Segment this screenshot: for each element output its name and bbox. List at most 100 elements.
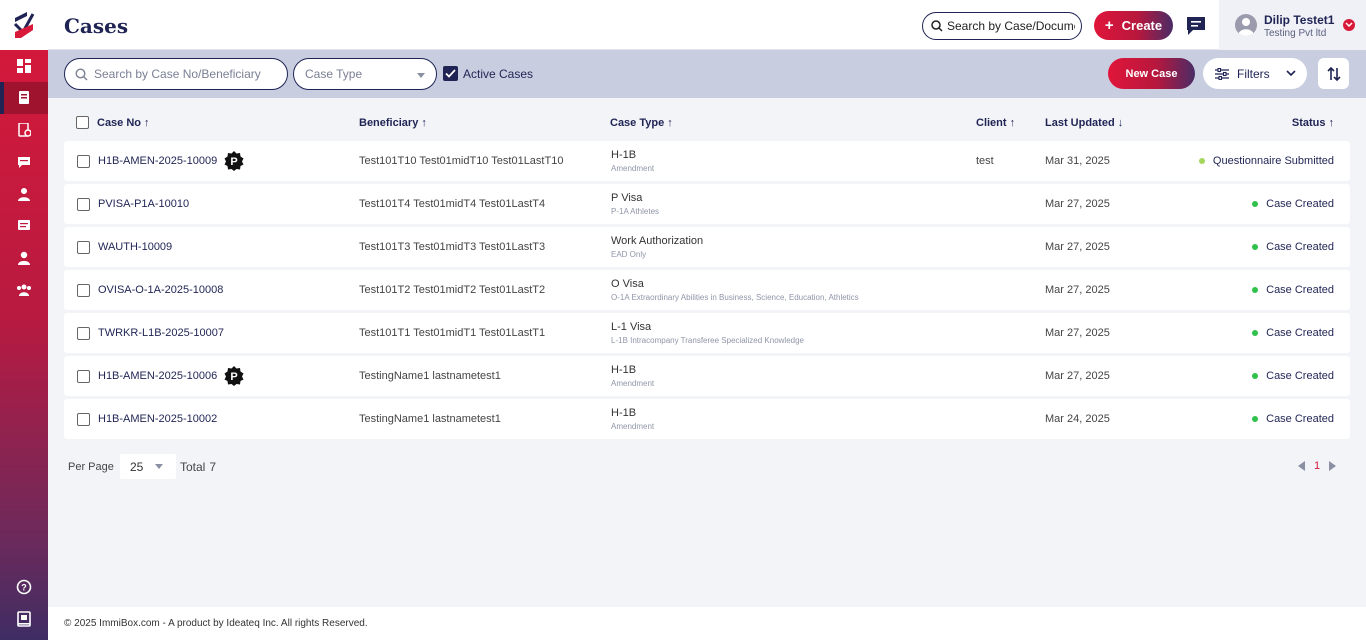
prev-page-icon[interactable] [1298, 461, 1305, 471]
row-checkbox[interactable] [77, 284, 90, 297]
table-row[interactable]: WAUTH-10009 Test101T3 Test01midT3 Test01… [64, 227, 1350, 267]
case-subtype: Amendment [611, 379, 655, 388]
sidebar-item-forms[interactable] [0, 210, 48, 242]
search-icon [75, 67, 88, 80]
case-subtype: Amendment [611, 422, 655, 431]
app-logo[interactable] [0, 0, 48, 50]
status-badge: Case Created [1252, 198, 1334, 210]
table-row[interactable]: H1B-AMEN-2025-10009 P Test101T10 Test01m… [64, 141, 1350, 181]
last-updated: Mar 27, 2025 [1045, 198, 1110, 210]
global-search[interactable] [922, 12, 1082, 40]
column-header-client[interactable]: Client ↑ [976, 117, 1015, 129]
user-icon [18, 251, 30, 265]
arrow-down-icon: ↓ [1117, 116, 1124, 129]
column-header-beneficiary[interactable]: Beneficiary ↑ [359, 117, 427, 129]
help-button[interactable]: ? [0, 571, 48, 603]
status-label: Case Created [1266, 413, 1334, 425]
active-cases-checkbox[interactable] [443, 66, 458, 81]
chevron-down-icon[interactable] [1343, 19, 1355, 31]
row-checkbox[interactable] [77, 198, 90, 211]
beneficiary-name: Test101T4 Test01midT4 Test01LastT4 [359, 198, 546, 210]
sidebar-item-team[interactable] [0, 274, 48, 306]
table-row[interactable]: H1B-AMEN-2025-10002 TestingName1 lastnam… [64, 399, 1350, 439]
row-checkbox[interactable] [77, 327, 90, 340]
arrow-up-icon: ↑ [421, 116, 427, 129]
case-no-link[interactable]: H1B-AMEN-2025-10002 [98, 413, 217, 425]
client-name: test [976, 155, 994, 167]
toolbar: Case Type Active Cases New Case Filters [48, 50, 1366, 98]
create-button[interactable]: + Create [1094, 11, 1173, 40]
column-label: Case Type [610, 117, 665, 129]
column-label: Client [976, 117, 1007, 129]
last-updated: Mar 27, 2025 [1045, 284, 1110, 296]
create-button-label: Create [1121, 18, 1163, 33]
plus-icon: + [1104, 17, 1114, 34]
p-badge-icon: P [224, 151, 244, 171]
caret-down-icon [417, 73, 425, 78]
status-dot [1198, 158, 1205, 164]
case-no-link[interactable]: H1B-AMEN-2025-10009 [98, 155, 217, 167]
sidebar-item-beneficiaries[interactable] [0, 178, 48, 210]
case-no-link[interactable]: H1B-AMEN-2025-10006 [98, 370, 217, 382]
row-checkbox[interactable] [77, 241, 90, 254]
total-label: Total [180, 460, 206, 474]
new-case-button[interactable]: New Case [1108, 58, 1195, 89]
case-type: P Visa [611, 192, 643, 204]
status-dot [1252, 373, 1259, 379]
case-no-link[interactable]: OVISA-O-1A-2025-10008 [98, 284, 223, 296]
user-menu[interactable]: Dilip Testet1 Testing Pvt ltd [1219, 0, 1366, 50]
search-icon [931, 20, 943, 32]
sidebar-item-cases[interactable] [0, 82, 48, 114]
docs-button[interactable] [0, 603, 48, 635]
sidebar-item-dashboard[interactable] [0, 50, 48, 82]
total-value: 7 [209, 460, 217, 474]
user-name: Dilip Testet1 [1264, 13, 1335, 27]
column-label: Beneficiary [359, 117, 419, 129]
chat-button[interactable] [1185, 15, 1207, 37]
beneficiary-name: TestingName1 lastnametest1 [359, 370, 501, 382]
sidebar-item-messages[interactable] [0, 146, 48, 178]
column-header-status[interactable]: Status ↑ [1292, 117, 1334, 129]
footer-text: © 2025 ImmiBox.com - A product by Ideate… [64, 618, 368, 629]
cases-icon [19, 91, 29, 104]
messages-icon [18, 156, 30, 168]
status-dot [1252, 330, 1259, 336]
case-no-link[interactable]: PVISA-P1A-10010 [98, 198, 189, 210]
case-subtype: EAD Only [611, 250, 647, 259]
sort-button[interactable] [1318, 58, 1349, 89]
filters-button[interactable]: Filters [1203, 58, 1307, 89]
table-row[interactable]: OVISA-O-1A-2025-10008 Test101T2 Test01mi… [64, 270, 1350, 310]
case-no-link[interactable]: TWRKR-L1B-2025-10007 [98, 327, 224, 339]
page-number[interactable]: 1 [1314, 460, 1320, 472]
check-icon [445, 69, 456, 78]
case-no-link[interactable]: WAUTH-10009 [98, 241, 172, 253]
row-checkbox[interactable] [77, 155, 90, 168]
arrow-up-icon: ↑ [667, 116, 673, 129]
sidebar-item-users[interactable] [0, 242, 48, 274]
column-header-last-updated[interactable]: Last Updated ↓ [1045, 117, 1123, 129]
avatar [1235, 14, 1257, 36]
beneficiary-name: Test101T10 Test01midT10 Test01LastT10 [359, 155, 564, 167]
status-badge: Questionnaire Submitted [1198, 155, 1334, 167]
case-search[interactable] [64, 58, 288, 90]
select-all-checkbox[interactable] [76, 116, 89, 129]
table-row[interactable]: H1B-AMEN-2025-10006 P TestingName1 lastn… [64, 356, 1350, 396]
chat-icon [1187, 17, 1205, 35]
sidebar-item-documents[interactable] [0, 114, 48, 146]
row-checkbox[interactable] [77, 370, 90, 383]
row-checkbox[interactable] [77, 413, 90, 426]
active-cases-toggle[interactable]: Active Cases [443, 66, 533, 81]
table-row[interactable]: PVISA-P1A-10010 Test101T4 Test01midT4 Te… [64, 184, 1350, 224]
case-type: O Visa [611, 278, 644, 290]
case-type-select[interactable]: Case Type [293, 58, 437, 90]
next-page-icon[interactable] [1329, 461, 1337, 471]
table-row[interactable]: TWRKR-L1B-2025-10007 Test101T1 Test01mid… [64, 313, 1350, 353]
caret-down-icon [155, 464, 163, 469]
status-dot [1252, 287, 1259, 293]
global-search-input[interactable] [947, 19, 1075, 33]
column-header-case-type[interactable]: Case Type ↑ [610, 117, 673, 129]
per-page-select[interactable]: 25 [120, 454, 176, 479]
svg-text:P: P [230, 156, 237, 168]
column-header-case-no[interactable]: Case No ↑ [97, 117, 150, 129]
case-search-input[interactable] [94, 67, 274, 81]
